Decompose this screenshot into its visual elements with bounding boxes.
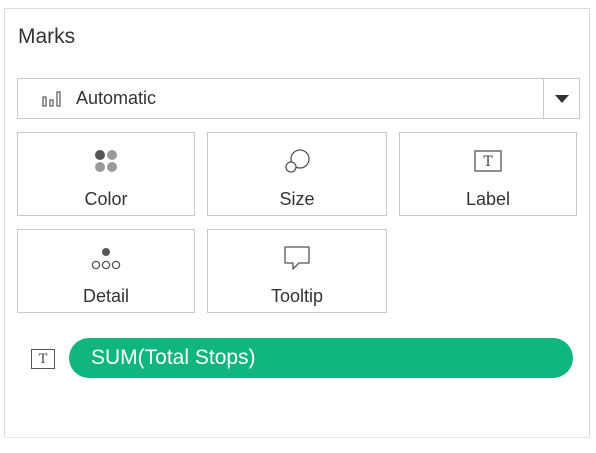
color-dots-icon <box>18 147 194 175</box>
size-circles-icon <box>208 147 386 175</box>
color-shelf-button[interactable]: Color <box>17 132 195 216</box>
detail-shelf-button[interactable]: Detail <box>17 229 195 313</box>
mark-type-label: Automatic <box>76 88 157 108</box>
color-shelf-label: Color <box>84 189 128 209</box>
detail-shelf-label: Detail <box>82 286 130 306</box>
tooltip-shelf-label: Tooltip <box>270 286 324 306</box>
bar-chart-icon <box>42 90 64 107</box>
size-shelf-button[interactable]: Size <box>207 132 387 216</box>
svg-text:T: T <box>483 154 493 170</box>
mark-type-dropdown[interactable]: Automatic <box>17 78 580 119</box>
text-label-icon: T <box>400 147 576 175</box>
label-shelf-label: Label <box>465 189 511 209</box>
text-label-icon[interactable]: T <box>31 349 55 369</box>
size-shelf-label: Size <box>279 189 315 209</box>
tooltip-shelf-button[interactable]: Tooltip <box>207 229 387 313</box>
chevron-down-icon[interactable] <box>544 79 579 118</box>
marks-field-row: T SUM(Total Stops) <box>31 338 576 378</box>
field-pill[interactable]: SUM(Total Stops) <box>69 338 573 378</box>
field-pill-label: SUM(Total Stops) <box>91 346 256 369</box>
marks-card-title: Marks <box>18 25 76 48</box>
speech-bubble-icon <box>208 244 386 272</box>
marks-card: Marks Automatic Color Size T Label Detai… <box>4 8 590 438</box>
label-shelf-button[interactable]: T Label <box>399 132 577 216</box>
detail-dots-icon <box>18 244 194 272</box>
